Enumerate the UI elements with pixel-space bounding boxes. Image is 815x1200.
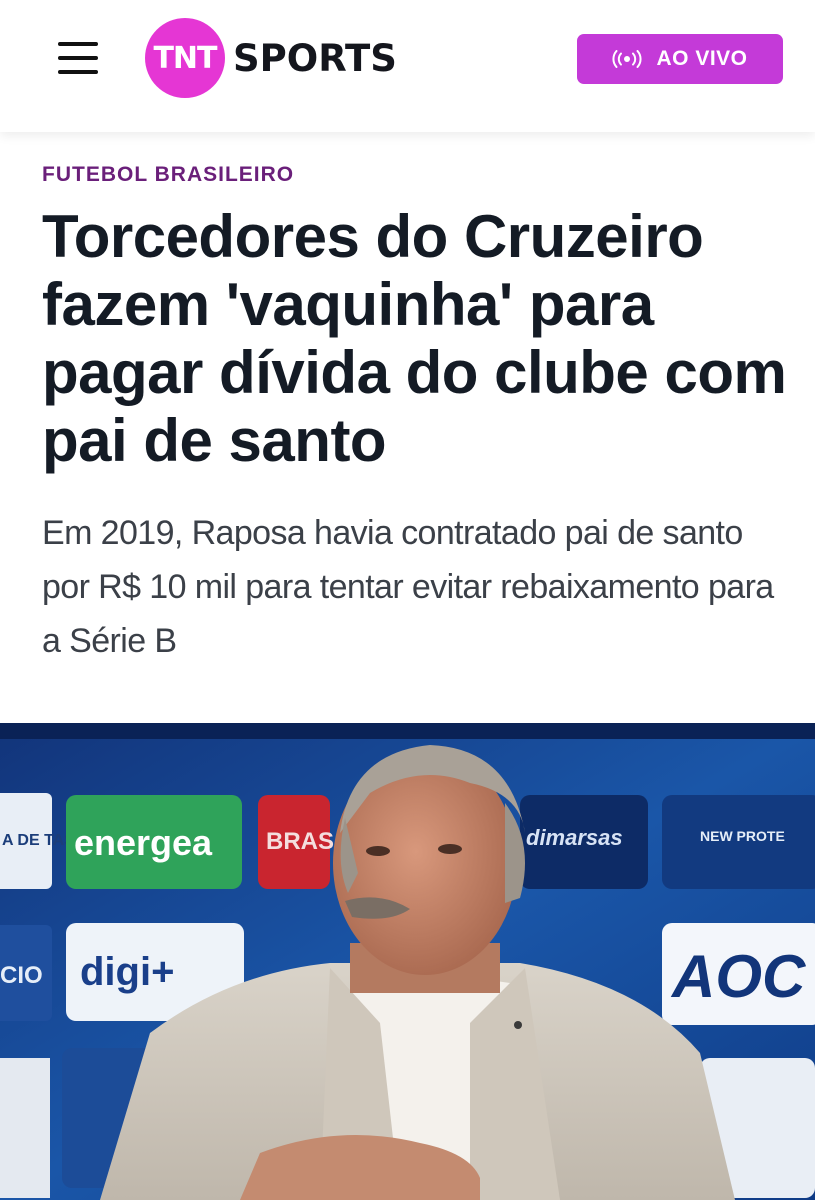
article-photo: A DE TAS energea BRAS dimarsas NEW PROTE… [0, 723, 815, 1200]
logo-mark: TNT [153, 40, 217, 76]
backdrop-logo-4: dimarsas [526, 825, 623, 850]
logo-circle: TNT [145, 18, 225, 98]
backdrop-logo-2: energea [74, 822, 213, 863]
live-button[interactable]: AO VIVO [577, 34, 783, 84]
backdrop-logo-7: digi+ [80, 950, 174, 994]
article-subtitle: Em 2019, Raposa havia contratado pai de … [42, 514, 774, 660]
backdrop-logo-1: A DE TAS [2, 832, 75, 849]
broadcast-icon [612, 50, 642, 68]
site-header: TNT SPORTS AO VIVO [0, 0, 815, 132]
backdrop-logo-8: AOC [670, 943, 807, 1010]
backdrop-logo-3: BRAS [266, 828, 334, 855]
article-headline: Torcedores do Cruzeiro fazem 'vaquinha' … [42, 203, 787, 474]
category-link[interactable]: FUTEBOL BRASILEIRO [42, 163, 294, 187]
tnt-sports-logo[interactable]: TNT SPORTS [145, 18, 397, 98]
backdrop-logo-6: CIO [0, 962, 43, 989]
logo-text: SPORTS [233, 36, 397, 80]
live-label: AO VIVO [656, 47, 748, 70]
backdrop-logo-5: NEW PROTE [700, 828, 785, 844]
hamburger-menu-icon[interactable] [56, 42, 100, 76]
